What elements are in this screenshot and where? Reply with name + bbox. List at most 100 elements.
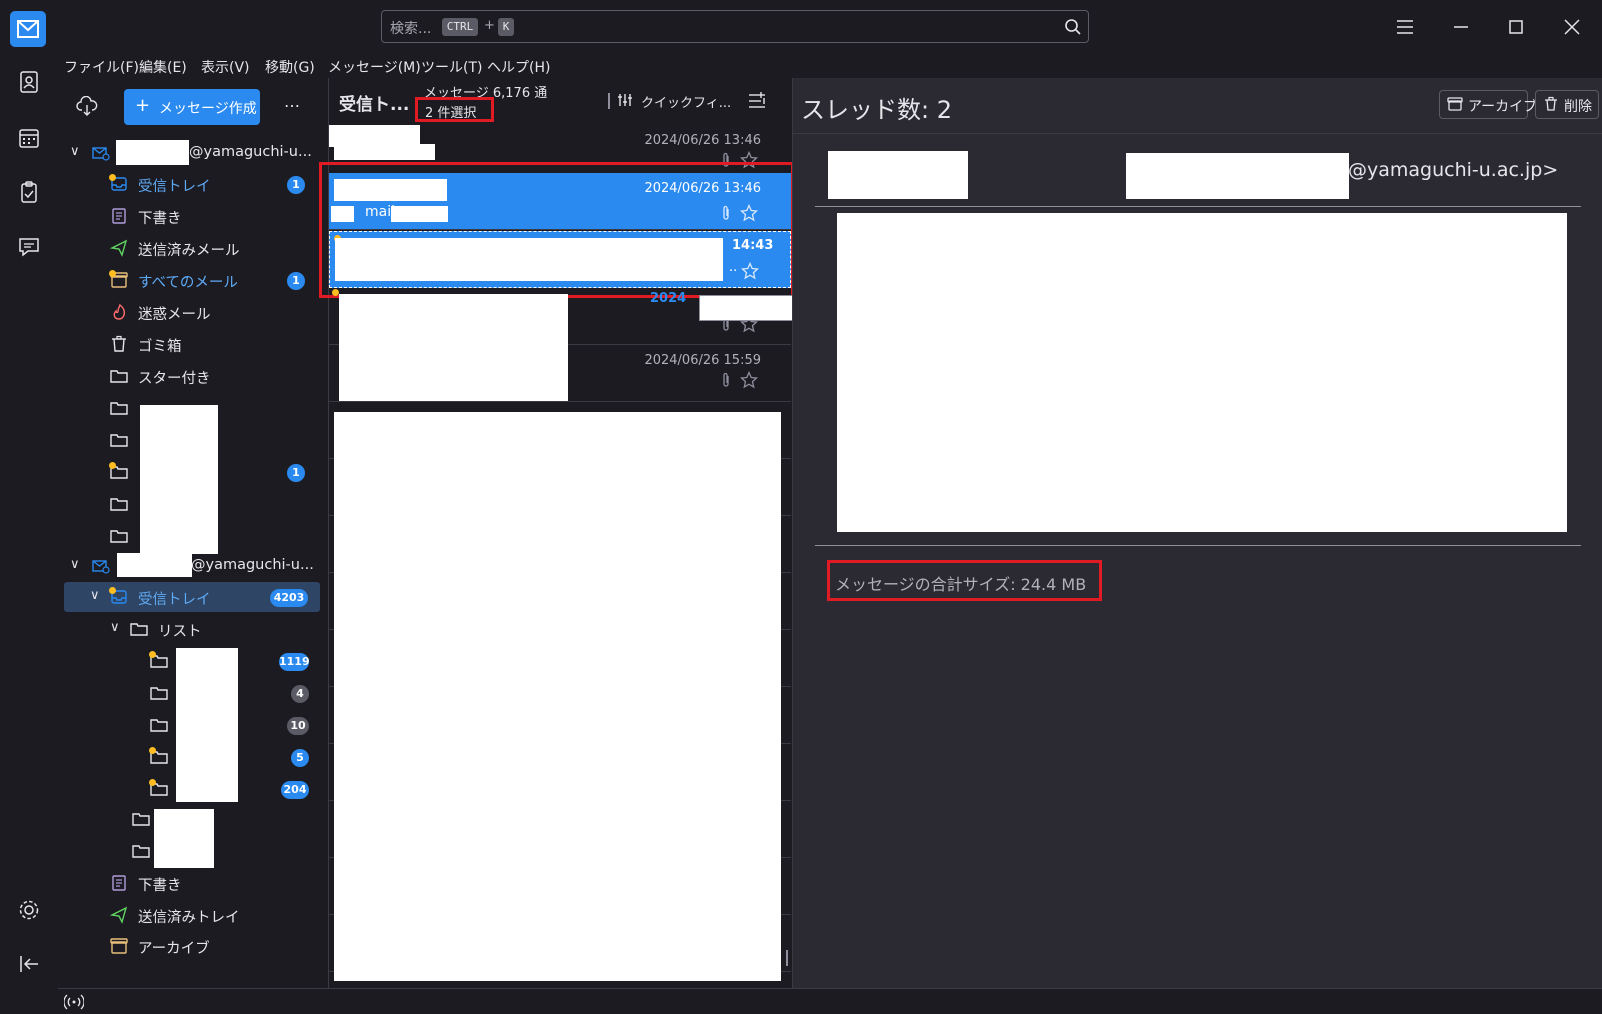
chat-icon[interactable] <box>16 234 42 260</box>
menu-view[interactable]: 表示(V) <box>201 57 250 77</box>
folder-inbox[interactable]: 受信トレイ 1 <box>58 169 326 199</box>
search-icon[interactable] <box>1064 18 1082 36</box>
unread-dot <box>109 587 116 594</box>
folder-label: 送信済みトレイ <box>138 910 240 926</box>
account-mail-icon <box>92 147 110 161</box>
folder-trash[interactable]: ゴミ箱 <box>58 329 326 359</box>
folder-label: アーカイブ <box>138 941 210 957</box>
redacted-message-summary <box>837 213 1567 532</box>
folder-inbox-selected[interactable]: ∨ 受信トレイ 4203 <box>64 582 320 612</box>
unread-badge: 1119 <box>279 653 310 671</box>
delete-label: 削除 <box>1564 99 1592 115</box>
get-messages-icon[interactable] <box>76 96 98 118</box>
folder-label: 受信トレイ <box>138 179 211 195</box>
menu-file[interactable]: ファイル(F) <box>64 57 139 77</box>
search-placeholder: 検索... <box>390 21 432 37</box>
scrollbar-thumb[interactable] <box>786 950 788 966</box>
divider <box>815 206 1581 207</box>
menu-tools[interactable]: ツール(T) <box>421 57 482 77</box>
chevron-down-icon: ∨ <box>90 588 100 603</box>
quick-filter-icon[interactable] <box>617 92 633 108</box>
folder-junk[interactable]: 迷惑メール <box>58 297 326 327</box>
sender-domain: @yamaguchi-u.ac.jp> <box>1348 159 1559 181</box>
archive-icon <box>110 938 128 954</box>
archive-label: アーカイブ <box>1468 99 1538 115</box>
archive-button[interactable]: アーカイブ <box>1439 90 1537 119</box>
divider <box>608 93 610 109</box>
menu-help[interactable]: ヘルプ(H) <box>487 57 550 77</box>
star-icon[interactable] <box>740 371 758 389</box>
maximize-icon[interactable] <box>1501 12 1531 42</box>
folder-sent[interactable]: 送信済みメール <box>58 233 326 263</box>
address-book-icon[interactable] <box>16 69 42 95</box>
sent-icon <box>110 239 128 257</box>
tasks-icon[interactable] <box>16 179 42 205</box>
count-badge: 10 <box>287 717 309 735</box>
menu-go[interactable]: 移動(G) <box>265 57 315 77</box>
app-menu-icon[interactable] <box>1390 12 1420 42</box>
kbd-plus: + <box>484 18 495 33</box>
folder-icon <box>110 434 128 447</box>
folder-starred[interactable]: スター付き <box>58 361 326 391</box>
quick-filter-button[interactable]: クイックフィ... <box>641 92 731 111</box>
account-2[interactable]: ∨ @yamaguchi-u... <box>58 551 326 581</box>
redacted-sender-name <box>828 151 968 199</box>
calendar-icon[interactable] <box>16 125 42 151</box>
compose-button[interactable]: + メッセージ作成 <box>124 89 260 125</box>
compose-label: メッセージ作成 <box>159 101 257 117</box>
folder-label: ゴミ箱 <box>138 339 182 355</box>
redacted-folder-names <box>140 405 218 554</box>
folder-label: リスト <box>158 624 202 640</box>
title-bar: 検索... CTRL + K <box>0 0 1602 53</box>
divider <box>793 133 1602 134</box>
folder-pane-more-icon[interactable]: … <box>284 92 300 111</box>
folder-icon <box>130 623 148 636</box>
settings-gear-icon[interactable] <box>16 897 42 923</box>
redacted-message-content <box>339 294 568 401</box>
delete-button[interactable]: 削除 <box>1535 90 1599 119</box>
account-2-domain: @yamaguchi-u... <box>191 557 314 573</box>
menu-edit[interactable]: 編集(E) <box>139 57 187 77</box>
folder-icon <box>110 530 128 543</box>
folder-label: スター付き <box>138 371 211 387</box>
highlight-selected-count <box>415 97 494 122</box>
account-1-domain: @yamaguchi-u... <box>189 144 312 160</box>
chevron-down-icon: ∨ <box>70 557 80 572</box>
unread-dot <box>149 747 156 754</box>
unread-badge: 1 <box>287 176 305 194</box>
folder-icon <box>110 402 128 415</box>
divider <box>815 545 1581 546</box>
list-display-options-icon[interactable] <box>747 91 767 111</box>
close-icon[interactable] <box>1557 12 1587 42</box>
unread-dot <box>109 174 116 181</box>
unread-badge: 5 <box>291 749 309 767</box>
folder-sent-2[interactable]: 送信済みトレイ <box>58 900 326 930</box>
folder-label: 下書き <box>138 211 182 227</box>
menu-message[interactable]: メッセージ(M) <box>328 57 421 77</box>
folder-archive[interactable]: アーカイブ <box>58 931 326 961</box>
junk-flame-icon <box>113 303 126 320</box>
folder-drafts[interactable]: 下書き <box>58 201 326 231</box>
account-mail-icon <box>92 560 110 574</box>
unread-badge: 1 <box>287 464 305 482</box>
search-input[interactable]: 検索... CTRL + K <box>381 10 1089 43</box>
folder-label: 迷惑メール <box>138 307 211 323</box>
chevron-down-icon: ∨ <box>110 620 120 635</box>
online-status-icon[interactable] <box>64 993 84 1011</box>
folder-drafts-2[interactable]: 下書き <box>58 868 326 898</box>
redacted-message-list <box>334 412 781 981</box>
thread-pane: 受信ト... メッセージ 6,176 通 2 件選択 クイックフィ... 202… <box>319 78 839 988</box>
account-1[interactable]: ∨ @yamaguchi-u... <box>58 138 326 168</box>
folder-all-mail[interactable]: すべてのメール 1 <box>58 265 326 295</box>
thunderbird-mail-logo-icon[interactable] <box>10 11 46 47</box>
drafts-icon <box>112 208 126 224</box>
chevron-down-icon: ∨ <box>70 144 80 159</box>
plus-icon: + <box>135 95 151 116</box>
folder-label: すべてのメール <box>138 275 238 291</box>
drafts-icon <box>112 875 126 891</box>
kbd-ctrl: CTRL <box>442 18 478 36</box>
folder-list[interactable]: ∨ リスト <box>58 614 326 644</box>
folder-pane: + メッセージ作成 … ∨ @yamaguchi-u... 受信トレイ 1 下書… <box>58 78 326 988</box>
minimize-icon[interactable] <box>1446 12 1476 42</box>
collapse-spaces-icon[interactable] <box>16 951 42 977</box>
